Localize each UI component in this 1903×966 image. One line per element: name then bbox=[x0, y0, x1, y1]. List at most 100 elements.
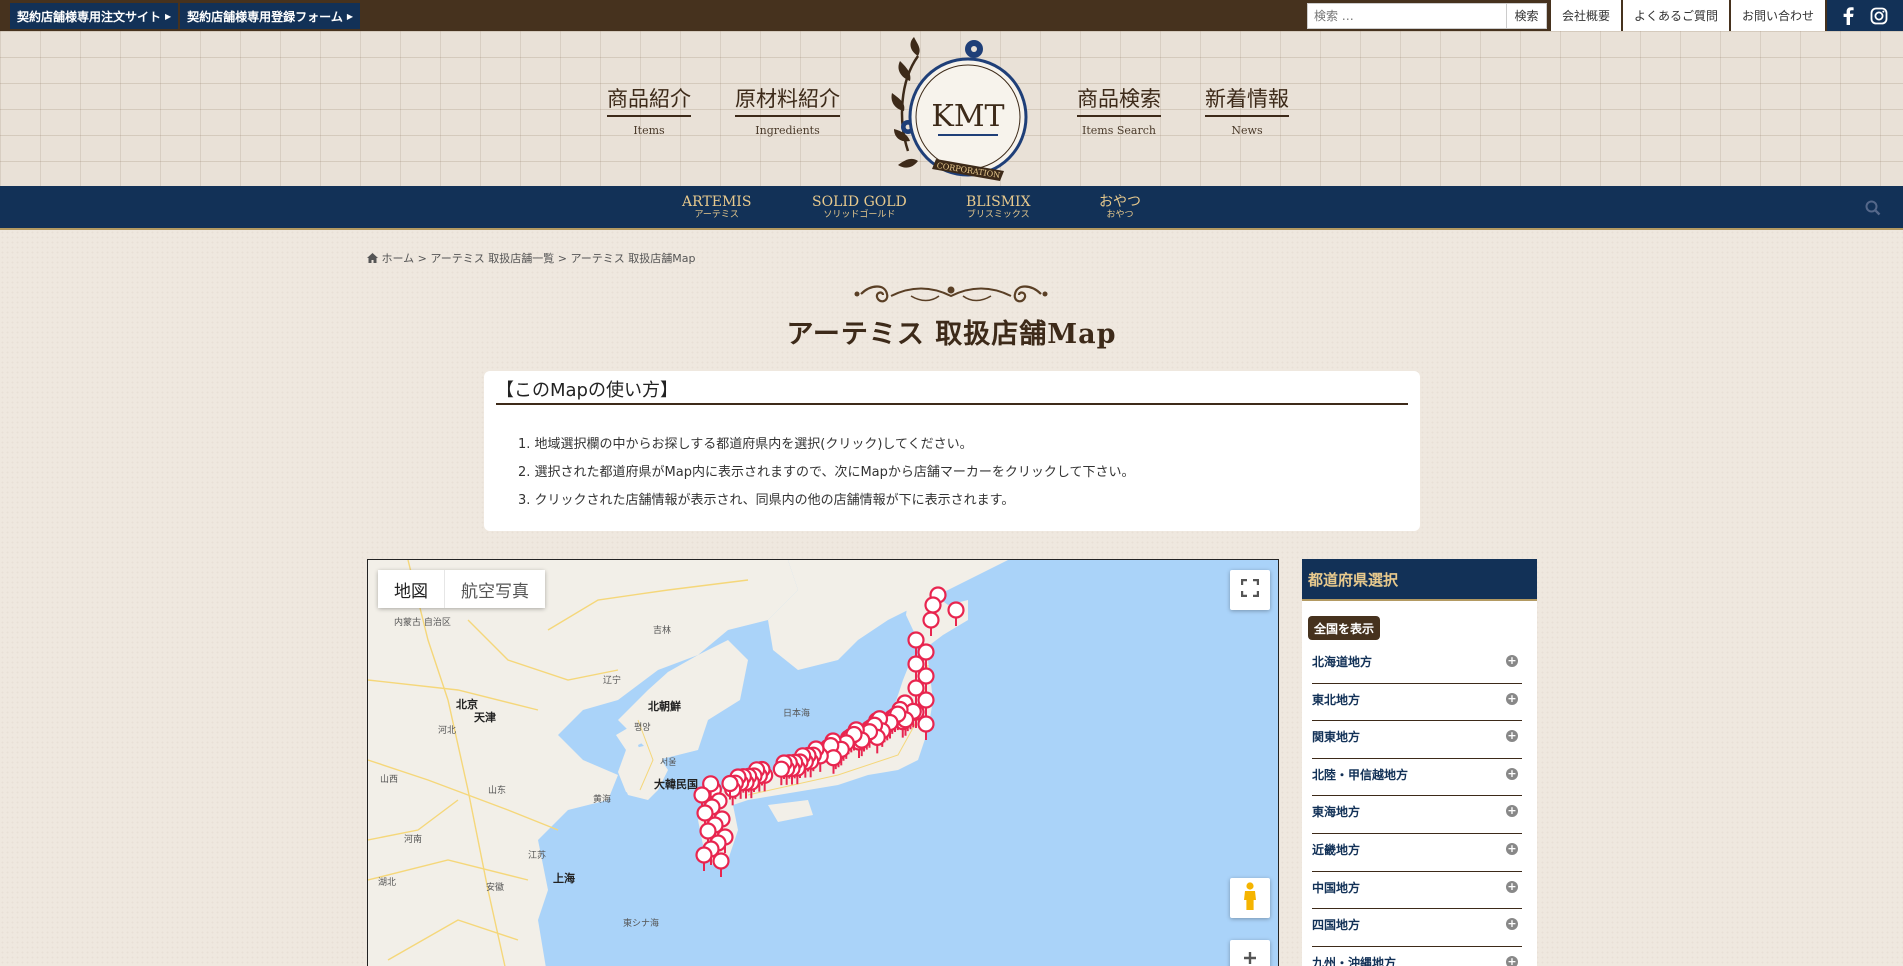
region-item-tokai[interactable]: 東海地方 + bbox=[1312, 796, 1522, 834]
expand-icon: + bbox=[1506, 954, 1518, 966]
nav-items-sublabel: Items bbox=[633, 124, 665, 137]
region-label: 北陸・甲信越地方 bbox=[1312, 767, 1409, 782]
search-icon[interactable] bbox=[1865, 200, 1881, 220]
breadcrumb-home[interactable]: ホーム bbox=[382, 252, 415, 265]
contract-order-site-link[interactable]: 契約店舗様専用注文サイト ▶ bbox=[10, 3, 179, 29]
brand-blismix[interactable]: BLISMIX ブリスミックス bbox=[966, 194, 1031, 221]
plus-icon bbox=[1242, 950, 1258, 966]
how-to-step: 1. 地域選択欄の中からお探しする都道府県内を選択(クリック)してください。 bbox=[518, 437, 973, 452]
brand-oyatsu[interactable]: おやつ おやつ bbox=[1099, 194, 1141, 221]
brand-blismix-name: BLISMIX bbox=[966, 194, 1031, 210]
region-label: 東北地方 bbox=[1312, 692, 1361, 707]
nav-ingredients-label: 原材料紹介 bbox=[735, 83, 840, 117]
expand-icon: + bbox=[1506, 879, 1518, 893]
store-markers[interactable] bbox=[368, 560, 1279, 966]
store-marker[interactable] bbox=[712, 852, 730, 878]
faq-link[interactable]: よくあるご質問 bbox=[1620, 0, 1729, 31]
brand-artemis-name: ARTEMIS bbox=[682, 194, 752, 210]
map-type-map-button[interactable]: 地図 bbox=[378, 570, 444, 608]
site-search: 検索 bbox=[1306, 2, 1547, 29]
facebook-icon[interactable] bbox=[1842, 6, 1854, 25]
contract-order-site-label: 契約店舗様専用注文サイト bbox=[17, 9, 162, 24]
page-title: アーテミス 取扱店舗Map bbox=[786, 319, 1117, 350]
contract-links: 契約店舗様専用注文サイト ▶ 契約店舗様専用登録フォーム ▶ bbox=[10, 3, 360, 29]
nav-ingredients[interactable]: 原材料紹介 Ingredients bbox=[735, 83, 840, 137]
breadcrumb-separator: > bbox=[414, 252, 431, 265]
fullscreen-button[interactable] bbox=[1230, 570, 1270, 610]
breadcrumb-separator: > bbox=[554, 252, 571, 265]
region-item-hokkaido[interactable]: 北海道地方 + bbox=[1312, 646, 1522, 684]
top-right-utilities: 検索 会社概要 よくあるご質問 お問い合わせ bbox=[1306, 0, 1903, 31]
store-marker[interactable] bbox=[922, 611, 940, 637]
store-marker[interactable] bbox=[917, 715, 935, 741]
fullscreen-icon bbox=[1240, 578, 1260, 601]
region-item-kanto[interactable]: 関東地方 + bbox=[1312, 721, 1522, 759]
brand-artemis[interactable]: ARTEMIS アーテミス bbox=[682, 194, 751, 221]
region-label: 九州・沖縄地方 bbox=[1312, 955, 1397, 966]
how-to-step: 3. クリックされた店舗情報が表示され、同県内の他の店舗情報が下に表示されます。 bbox=[518, 493, 1015, 508]
region-item-chugoku[interactable]: 中国地方 + bbox=[1312, 872, 1522, 910]
map-type-satellite-button[interactable]: 航空写真 bbox=[444, 570, 545, 608]
brand-solid-gold[interactable]: SOLID GOLD ソリッドゴールド bbox=[812, 194, 907, 221]
nav-items-search-sublabel: Items Search bbox=[1082, 124, 1156, 137]
pegman-icon bbox=[1242, 882, 1258, 914]
kmt-logo[interactable]: KMT CORPORATION bbox=[888, 31, 1036, 183]
brand-oyatsu-kana: おやつ bbox=[1106, 210, 1134, 220]
how-to-panel: 【このMapの使い方】 1. 地域選択欄の中からお探しする都道府県内を選択(クリ… bbox=[484, 371, 1420, 531]
caret-right-icon: ▶ bbox=[346, 11, 353, 21]
breadcrumb-current: アーテミス 取扱店舗Map bbox=[570, 252, 696, 265]
region-label: 近畿地方 bbox=[1312, 842, 1361, 857]
expand-icon: + bbox=[1506, 804, 1518, 818]
nav-items[interactable]: 商品紹介 Items bbox=[607, 83, 691, 137]
contact-link[interactable]: お問い合わせ bbox=[1728, 0, 1825, 31]
street-view-pegman-button[interactable] bbox=[1230, 878, 1270, 918]
region-label: 東海地方 bbox=[1312, 805, 1361, 820]
brand-oyatsu-name: おやつ bbox=[1099, 194, 1141, 210]
company-info-link[interactable]: 会社概要 bbox=[1548, 0, 1621, 31]
nav-items-search-label: 商品検索 bbox=[1077, 83, 1161, 117]
caret-right-icon: ▶ bbox=[165, 11, 172, 21]
contract-registration-label: 契約店舗様専用登録フォーム bbox=[187, 9, 343, 24]
brand-blismix-kana: ブリスミックス bbox=[966, 210, 1030, 220]
map-type-control: 地図 航空写真 bbox=[378, 570, 545, 608]
region-label: 中国地方 bbox=[1312, 880, 1361, 895]
expand-icon: + bbox=[1506, 729, 1518, 743]
prefecture-selector: 都道府県選択 全国を表示 北海道地方 + 東北地方 + 関東地方 + 北陸・甲信越地方… bbox=[1302, 559, 1537, 966]
nav-items-search[interactable]: 商品検索 Items Search bbox=[1077, 83, 1161, 137]
logo-text: KMT bbox=[931, 99, 1004, 134]
expand-icon: + bbox=[1506, 654, 1518, 667]
region-label: 四国地方 bbox=[1312, 918, 1361, 933]
site-search-button[interactable]: 検索 bbox=[1506, 2, 1547, 29]
store-map[interactable]: 内蒙古 自治区 吉林 辽宁 北京 天津 河北 北朝鮮 평양 日本海 서울 大韓民… bbox=[367, 559, 1279, 966]
store-marker[interactable] bbox=[947, 601, 965, 627]
how-to-title: 【このMapの使い方】 bbox=[496, 381, 1408, 405]
region-item-tohoku[interactable]: 東北地方 + bbox=[1312, 684, 1522, 722]
nav-ingredients-sublabel: Ingredients bbox=[755, 124, 820, 137]
how-to-step: 2. 選択された都道府県がMap内に表示されますので、次にMapから店舗マーカー… bbox=[518, 465, 1135, 480]
zoom-in-button[interactable] bbox=[1230, 940, 1270, 966]
brand-solid-gold-name: SOLID GOLD bbox=[812, 194, 907, 210]
site-header: 商品紹介 Items 原材料紹介 Ingredients KMT CORPORA… bbox=[0, 31, 1903, 186]
nav-news-sublabel: News bbox=[1231, 124, 1263, 137]
show-all-button[interactable]: 全国を表示 bbox=[1308, 616, 1381, 640]
expand-icon: + bbox=[1506, 917, 1518, 931]
brand-nav: ARTEMIS アーテミス SOLID GOLD ソリッドゴールド BLISMI… bbox=[0, 186, 1903, 230]
region-item-hokuriku-koshinetsu[interactable]: 北陸・甲信越地方 + bbox=[1312, 759, 1522, 797]
store-marker[interactable] bbox=[695, 846, 713, 872]
region-item-kinki[interactable]: 近畿地方 + bbox=[1312, 834, 1522, 872]
nav-news[interactable]: 新着情報 News bbox=[1205, 83, 1289, 137]
region-item-kyushu-okinawa[interactable]: 九州・沖縄地方 + bbox=[1312, 947, 1522, 966]
contract-registration-form-link[interactable]: 契約店舗様専用登録フォーム ▶ bbox=[180, 3, 360, 29]
home-icon bbox=[367, 252, 382, 265]
how-to-steps: 1. 地域選択欄の中からお探しする都道府県内を選択(クリック)してください。 2… bbox=[518, 433, 1135, 517]
top-utility-bar: 契約店舗様専用注文サイト▶ 契約店舗様専用登録フォーム▶ 検索 会社概要 よくあ… bbox=[0, 0, 1903, 31]
prefecture-selector-title: 都道府県選択 bbox=[1302, 559, 1537, 601]
region-label: 関東地方 bbox=[1312, 730, 1361, 745]
region-item-shikoku[interactable]: 四国地方 + bbox=[1312, 909, 1522, 947]
instagram-icon[interactable] bbox=[1870, 7, 1888, 25]
breadcrumb-store-list[interactable]: アーテミス 取扱店舗一覧 bbox=[430, 252, 554, 265]
site-search-input[interactable] bbox=[1306, 2, 1507, 29]
title-ornament bbox=[854, 285, 1048, 303]
brand-solid-gold-kana: ソリッドゴールド bbox=[823, 210, 896, 220]
nav-items-label: 商品紹介 bbox=[607, 83, 691, 117]
